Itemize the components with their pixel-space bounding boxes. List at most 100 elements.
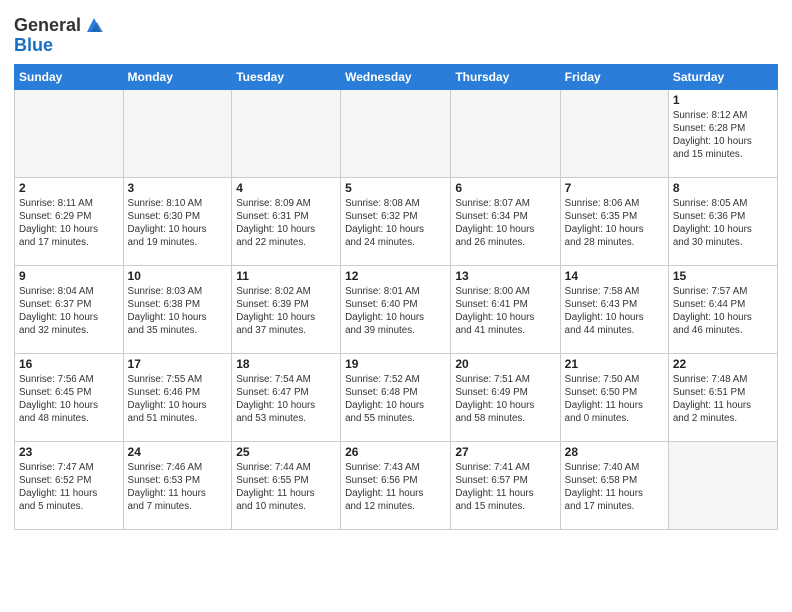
calendar-cell <box>15 89 124 177</box>
calendar-cell: 13 Sunrise: 8:00 AM Sunset: 6:41 PM Dayli… <box>451 265 560 353</box>
day-number: 13 <box>455 269 555 283</box>
day-number: 6 <box>455 181 555 195</box>
day-info: Sunrise: 7:48 AM Sunset: 6:51 PM Dayligh… <box>673 373 773 426</box>
day-number: 16 <box>19 357 119 371</box>
weekday-header-monday: Monday <box>123 64 232 89</box>
day-number: 3 <box>128 181 228 195</box>
calendar-cell: 22 Sunrise: 7:48 AM Sunset: 6:51 PM Dayli… <box>668 353 777 441</box>
day-number: 18 <box>236 357 336 371</box>
calendar-cell: 26 Sunrise: 7:43 AM Sunset: 6:56 PM Dayli… <box>341 441 451 529</box>
day-number: 8 <box>673 181 773 195</box>
day-number: 20 <box>455 357 555 371</box>
calendar-cell: 12 Sunrise: 8:01 AM Sunset: 6:40 PM Dayli… <box>341 265 451 353</box>
week-row-4: 16Sunrise: 7:56 AM Sunset: 6:45 PM Dayli… <box>15 353 778 441</box>
calendar-cell <box>232 89 341 177</box>
day-number: 1 <box>673 93 773 107</box>
logo-text-general: General <box>14 16 81 36</box>
logo-text-blue: Blue <box>14 36 105 56</box>
day-info: Sunrise: 7:52 AM Sunset: 6:48 PM Dayligh… <box>345 373 446 426</box>
calendar-cell: 24 Sunrise: 7:46 AM Sunset: 6:53 PM Dayli… <box>123 441 232 529</box>
day-info: Sunrise: 8:04 AM Sunset: 6:37 PM Dayligh… <box>19 285 119 338</box>
weekday-header-tuesday: Tuesday <box>232 64 341 89</box>
day-info: Sunrise: 8:10 AM Sunset: 6:30 PM Dayligh… <box>128 197 228 250</box>
day-number: 10 <box>128 269 228 283</box>
calendar-cell: 27 Sunrise: 7:41 AM Sunset: 6:57 PM Dayli… <box>451 441 560 529</box>
day-number: 26 <box>345 445 446 459</box>
weekday-header-friday: Friday <box>560 64 668 89</box>
calendar-cell: 18 Sunrise: 7:54 AM Sunset: 6:47 PM Dayli… <box>232 353 341 441</box>
day-info: Sunrise: 7:43 AM Sunset: 6:56 PM Dayligh… <box>345 461 446 514</box>
week-row-5: 23 Sunrise: 7:47 AM Sunset: 6:52 PM Dayli… <box>15 441 778 529</box>
day-number: 15 <box>673 269 773 283</box>
calendar-cell: 23 Sunrise: 7:47 AM Sunset: 6:52 PM Dayli… <box>15 441 124 529</box>
day-info: Sunrise: 7:41 AM Sunset: 6:57 PM Dayligh… <box>455 461 555 514</box>
calendar-cell: 15 Sunrise: 7:57 AM Sunset: 6:44 PM Dayli… <box>668 265 777 353</box>
calendar-cell: 11 Sunrise: 8:02 AM Sunset: 6:39 PM Dayli… <box>232 265 341 353</box>
calendar-cell <box>668 441 777 529</box>
week-row-3: 9 Sunrise: 8:04 AM Sunset: 6:37 PM Daylig… <box>15 265 778 353</box>
weekday-header-thursday: Thursday <box>451 64 560 89</box>
day-number: 28 <box>565 445 664 459</box>
day-info: Sunrise: 7:51 AM Sunset: 6:49 PM Dayligh… <box>455 373 555 426</box>
day-number: 5 <box>345 181 446 195</box>
day-info: Sunrise: 8:08 AM Sunset: 6:32 PM Dayligh… <box>345 197 446 250</box>
calendar-cell: 17 Sunrise: 7:55 AM Sunset: 6:46 PM Dayli… <box>123 353 232 441</box>
calendar-cell: 16Sunrise: 7:56 AM Sunset: 6:45 PM Dayli… <box>15 353 124 441</box>
day-number: 23 <box>19 445 119 459</box>
day-info: Sunrise: 8:02 AM Sunset: 6:39 PM Dayligh… <box>236 285 336 338</box>
day-info: Sunrise: 7:40 AM Sunset: 6:58 PM Dayligh… <box>565 461 664 514</box>
calendar-cell: 9 Sunrise: 8:04 AM Sunset: 6:37 PM Daylig… <box>15 265 124 353</box>
day-info: Sunrise: 8:00 AM Sunset: 6:41 PM Dayligh… <box>455 285 555 338</box>
calendar-cell: 25 Sunrise: 7:44 AM Sunset: 6:55 PM Dayli… <box>232 441 341 529</box>
weekday-header-wednesday: Wednesday <box>341 64 451 89</box>
day-number: 21 <box>565 357 664 371</box>
day-info: Sunrise: 7:58 AM Sunset: 6:43 PM Dayligh… <box>565 285 664 338</box>
logo: General Blue <box>14 16 105 56</box>
calendar-cell: 7 Sunrise: 8:06 AM Sunset: 6:35 PM Daylig… <box>560 177 668 265</box>
logo-icon <box>83 14 105 36</box>
calendar-cell: 14 Sunrise: 7:58 AM Sunset: 6:43 PM Dayli… <box>560 265 668 353</box>
calendar-cell: 19 Sunrise: 7:52 AM Sunset: 6:48 PM Dayli… <box>341 353 451 441</box>
day-info: Sunrise: 7:54 AM Sunset: 6:47 PM Dayligh… <box>236 373 336 426</box>
day-info: Sunrise: 7:47 AM Sunset: 6:52 PM Dayligh… <box>19 461 119 514</box>
day-number: 24 <box>128 445 228 459</box>
day-info: Sunrise: 8:11 AM Sunset: 6:29 PM Dayligh… <box>19 197 119 250</box>
day-number: 27 <box>455 445 555 459</box>
day-number: 14 <box>565 269 664 283</box>
calendar-cell: 28 Sunrise: 7:40 AM Sunset: 6:58 PM Dayli… <box>560 441 668 529</box>
day-info: Sunrise: 8:09 AM Sunset: 6:31 PM Dayligh… <box>236 197 336 250</box>
day-number: 7 <box>565 181 664 195</box>
calendar: SundayMondayTuesdayWednesdayThursdayFrid… <box>14 64 778 530</box>
day-number: 19 <box>345 357 446 371</box>
day-info: Sunrise: 8:01 AM Sunset: 6:40 PM Dayligh… <box>345 285 446 338</box>
day-number: 25 <box>236 445 336 459</box>
day-info: Sunrise: 8:06 AM Sunset: 6:35 PM Dayligh… <box>565 197 664 250</box>
weekday-header-saturday: Saturday <box>668 64 777 89</box>
day-info: Sunrise: 7:50 AM Sunset: 6:50 PM Dayligh… <box>565 373 664 426</box>
day-number: 4 <box>236 181 336 195</box>
calendar-cell: 1Sunrise: 8:12 AM Sunset: 6:28 PM Daylig… <box>668 89 777 177</box>
day-number: 9 <box>19 269 119 283</box>
day-info: Sunrise: 7:46 AM Sunset: 6:53 PM Dayligh… <box>128 461 228 514</box>
calendar-cell: 2Sunrise: 8:11 AM Sunset: 6:29 PM Daylig… <box>15 177 124 265</box>
header: General Blue <box>14 12 778 56</box>
calendar-cell: 8 Sunrise: 8:05 AM Sunset: 6:36 PM Daylig… <box>668 177 777 265</box>
calendar-cell <box>560 89 668 177</box>
calendar-cell <box>123 89 232 177</box>
calendar-cell: 4 Sunrise: 8:09 AM Sunset: 6:31 PM Daylig… <box>232 177 341 265</box>
day-info: Sunrise: 7:57 AM Sunset: 6:44 PM Dayligh… <box>673 285 773 338</box>
calendar-cell: 21 Sunrise: 7:50 AM Sunset: 6:50 PM Dayli… <box>560 353 668 441</box>
weekday-header-row: SundayMondayTuesdayWednesdayThursdayFrid… <box>15 64 778 89</box>
day-number: 22 <box>673 357 773 371</box>
day-info: Sunrise: 7:55 AM Sunset: 6:46 PM Dayligh… <box>128 373 228 426</box>
day-number: 12 <box>345 269 446 283</box>
day-info: Sunrise: 7:44 AM Sunset: 6:55 PM Dayligh… <box>236 461 336 514</box>
day-info: Sunrise: 8:07 AM Sunset: 6:34 PM Dayligh… <box>455 197 555 250</box>
day-info: Sunrise: 8:03 AM Sunset: 6:38 PM Dayligh… <box>128 285 228 338</box>
day-number: 17 <box>128 357 228 371</box>
day-info: Sunrise: 8:05 AM Sunset: 6:36 PM Dayligh… <box>673 197 773 250</box>
calendar-cell: 20 Sunrise: 7:51 AM Sunset: 6:49 PM Dayli… <box>451 353 560 441</box>
calendar-cell: 10 Sunrise: 8:03 AM Sunset: 6:38 PM Dayli… <box>123 265 232 353</box>
calendar-cell: 6 Sunrise: 8:07 AM Sunset: 6:34 PM Daylig… <box>451 177 560 265</box>
day-number: 11 <box>236 269 336 283</box>
